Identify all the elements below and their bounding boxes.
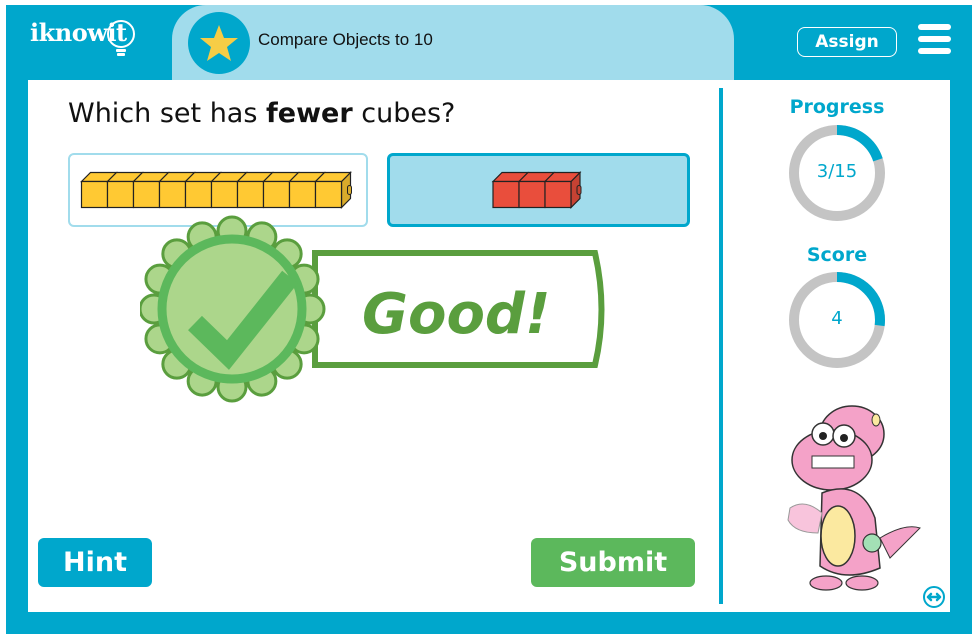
cube	[210, 180, 239, 209]
cube-connector	[576, 185, 582, 195]
cube	[492, 180, 520, 209]
cube	[132, 180, 161, 209]
cube	[544, 180, 572, 209]
cube	[184, 180, 213, 209]
cube	[158, 180, 187, 209]
submit-button[interactable]: Submit	[531, 538, 695, 587]
frame-border-bottom	[6, 612, 972, 634]
cube	[236, 180, 265, 209]
question-suffix: cubes?	[352, 98, 456, 129]
cube	[80, 180, 109, 209]
star-icon	[200, 25, 238, 61]
hamburger-menu-icon[interactable]	[918, 24, 951, 54]
frame-border-left	[6, 80, 28, 614]
expand-horizontal-icon[interactable]	[922, 585, 946, 609]
question-text: Which set has fewer cubes?	[68, 98, 455, 129]
lightbulb-icon	[107, 20, 135, 56]
title-pill	[172, 5, 734, 80]
monster-mascot	[787, 405, 921, 591]
hint-button[interactable]: Hint	[38, 538, 152, 587]
question-emphasis: fewer	[266, 98, 353, 129]
feedback-text: Good!	[362, 282, 551, 347]
question-prefix: Which set has	[68, 98, 267, 129]
cube	[314, 180, 343, 209]
score-value: 4	[831, 308, 843, 329]
cube	[518, 180, 546, 209]
star-badge	[188, 12, 250, 74]
sidebar-divider	[719, 88, 723, 604]
feedback-banner: Good!	[138, 205, 610, 415]
cube	[106, 180, 135, 209]
assign-button[interactable]: Assign	[797, 27, 897, 57]
cube	[262, 180, 291, 209]
score-label: Score	[806, 244, 868, 266]
progress-value: 3/15	[816, 161, 858, 182]
progress-label: Progress	[789, 96, 885, 118]
lesson-title: Compare Objects to 10	[258, 30, 433, 49]
app-frame: iknowit Compare Objects to 10 Assign Whi…	[0, 0, 980, 640]
frame-border-right	[950, 80, 972, 614]
cube-connector	[347, 185, 352, 195]
cube	[288, 180, 317, 209]
